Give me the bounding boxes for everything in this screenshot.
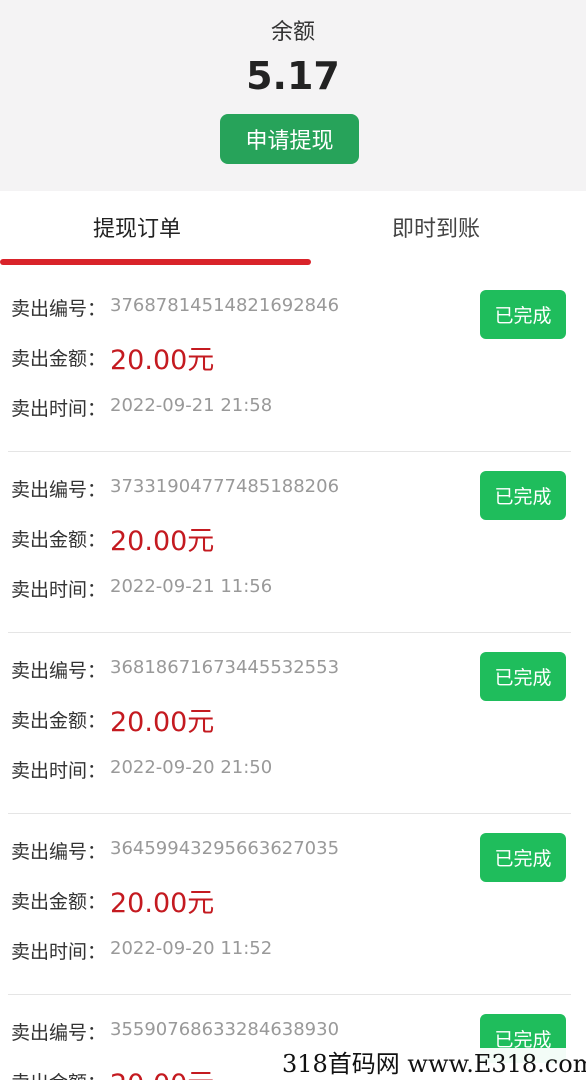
order-no-value: 37687814514821692846 bbox=[110, 295, 340, 316]
status-badge[interactable]: 已完成 bbox=[480, 652, 566, 701]
watermark: 318首码网 www.E318.com bbox=[282, 1048, 586, 1080]
order-no-label: 卖出编号： bbox=[11, 841, 107, 863]
order-item: 卖出编号： 36818671673445532553 卖出金额： 20.00元 … bbox=[8, 632, 571, 814]
amount-value: 20.00元 bbox=[110, 707, 215, 738]
time-value: 2022-09-21 11:56 bbox=[110, 576, 273, 597]
amount-value: 20.00元 bbox=[110, 526, 215, 557]
order-item: 卖出编号： 37331904777485188206 卖出金额： 20.00元 … bbox=[8, 451, 571, 633]
time-value: 2022-09-20 21:50 bbox=[110, 757, 273, 778]
time-label: 卖出时间： bbox=[11, 760, 107, 782]
order-no-label: 卖出编号： bbox=[11, 479, 107, 501]
balance-value: 5.17 bbox=[246, 54, 340, 98]
status-badge[interactable]: 已完成 bbox=[480, 290, 566, 339]
time-label: 卖出时间： bbox=[11, 941, 107, 963]
order-no-label: 卖出编号： bbox=[11, 660, 107, 682]
balance-label: 余额 bbox=[270, 20, 315, 45]
amount-label: 卖出金额： bbox=[11, 891, 107, 913]
order-item: 卖出编号： 37687814514821692846 卖出金额： 20.00元 … bbox=[8, 270, 571, 452]
withdraw-button[interactable]: 申请提现 bbox=[220, 114, 359, 164]
amount-label: 卖出金额： bbox=[11, 1068, 106, 1080]
tab-bar: 提现订单 即时到账 bbox=[0, 191, 586, 265]
tab-withdraw-orders[interactable]: 提现订单 bbox=[93, 211, 181, 243]
order-item: 卖出编号： 36459943295663627035 卖出金额： 20.00元 … bbox=[8, 813, 571, 995]
active-tab-indicator bbox=[0, 259, 311, 265]
time-value: 2022-09-20 11:52 bbox=[110, 938, 273, 959]
balance-panel: 余额 5.17 申请提现 bbox=[0, 0, 586, 191]
status-badge[interactable]: 已完成 bbox=[480, 833, 566, 882]
amount-label: 卖出金额： bbox=[11, 710, 107, 732]
order-no-value: 35590768633284638930 bbox=[110, 1019, 340, 1040]
order-no-value: 37331904777485188206 bbox=[110, 476, 340, 497]
order-no-label: 卖出编号： bbox=[11, 1022, 107, 1044]
amount-value: 20.00元 bbox=[110, 1062, 214, 1080]
time-label: 卖出时间： bbox=[11, 579, 107, 601]
amount-label: 卖出金额： bbox=[11, 529, 107, 551]
order-no-value: 36459943295663627035 bbox=[110, 838, 340, 859]
tab-instant-arrival[interactable]: 即时到账 bbox=[392, 211, 480, 243]
amount-value: 20.00元 bbox=[110, 888, 215, 919]
amount-value: 20.00元 bbox=[110, 345, 215, 376]
amount-label: 卖出金额： bbox=[11, 348, 107, 370]
status-badge[interactable]: 已完成 bbox=[480, 471, 566, 520]
time-value: 2022-09-21 21:58 bbox=[110, 395, 273, 416]
order-no-label: 卖出编号： bbox=[11, 298, 107, 320]
order-no-value: 36818671673445532553 bbox=[110, 657, 340, 678]
time-label: 卖出时间： bbox=[11, 398, 107, 420]
